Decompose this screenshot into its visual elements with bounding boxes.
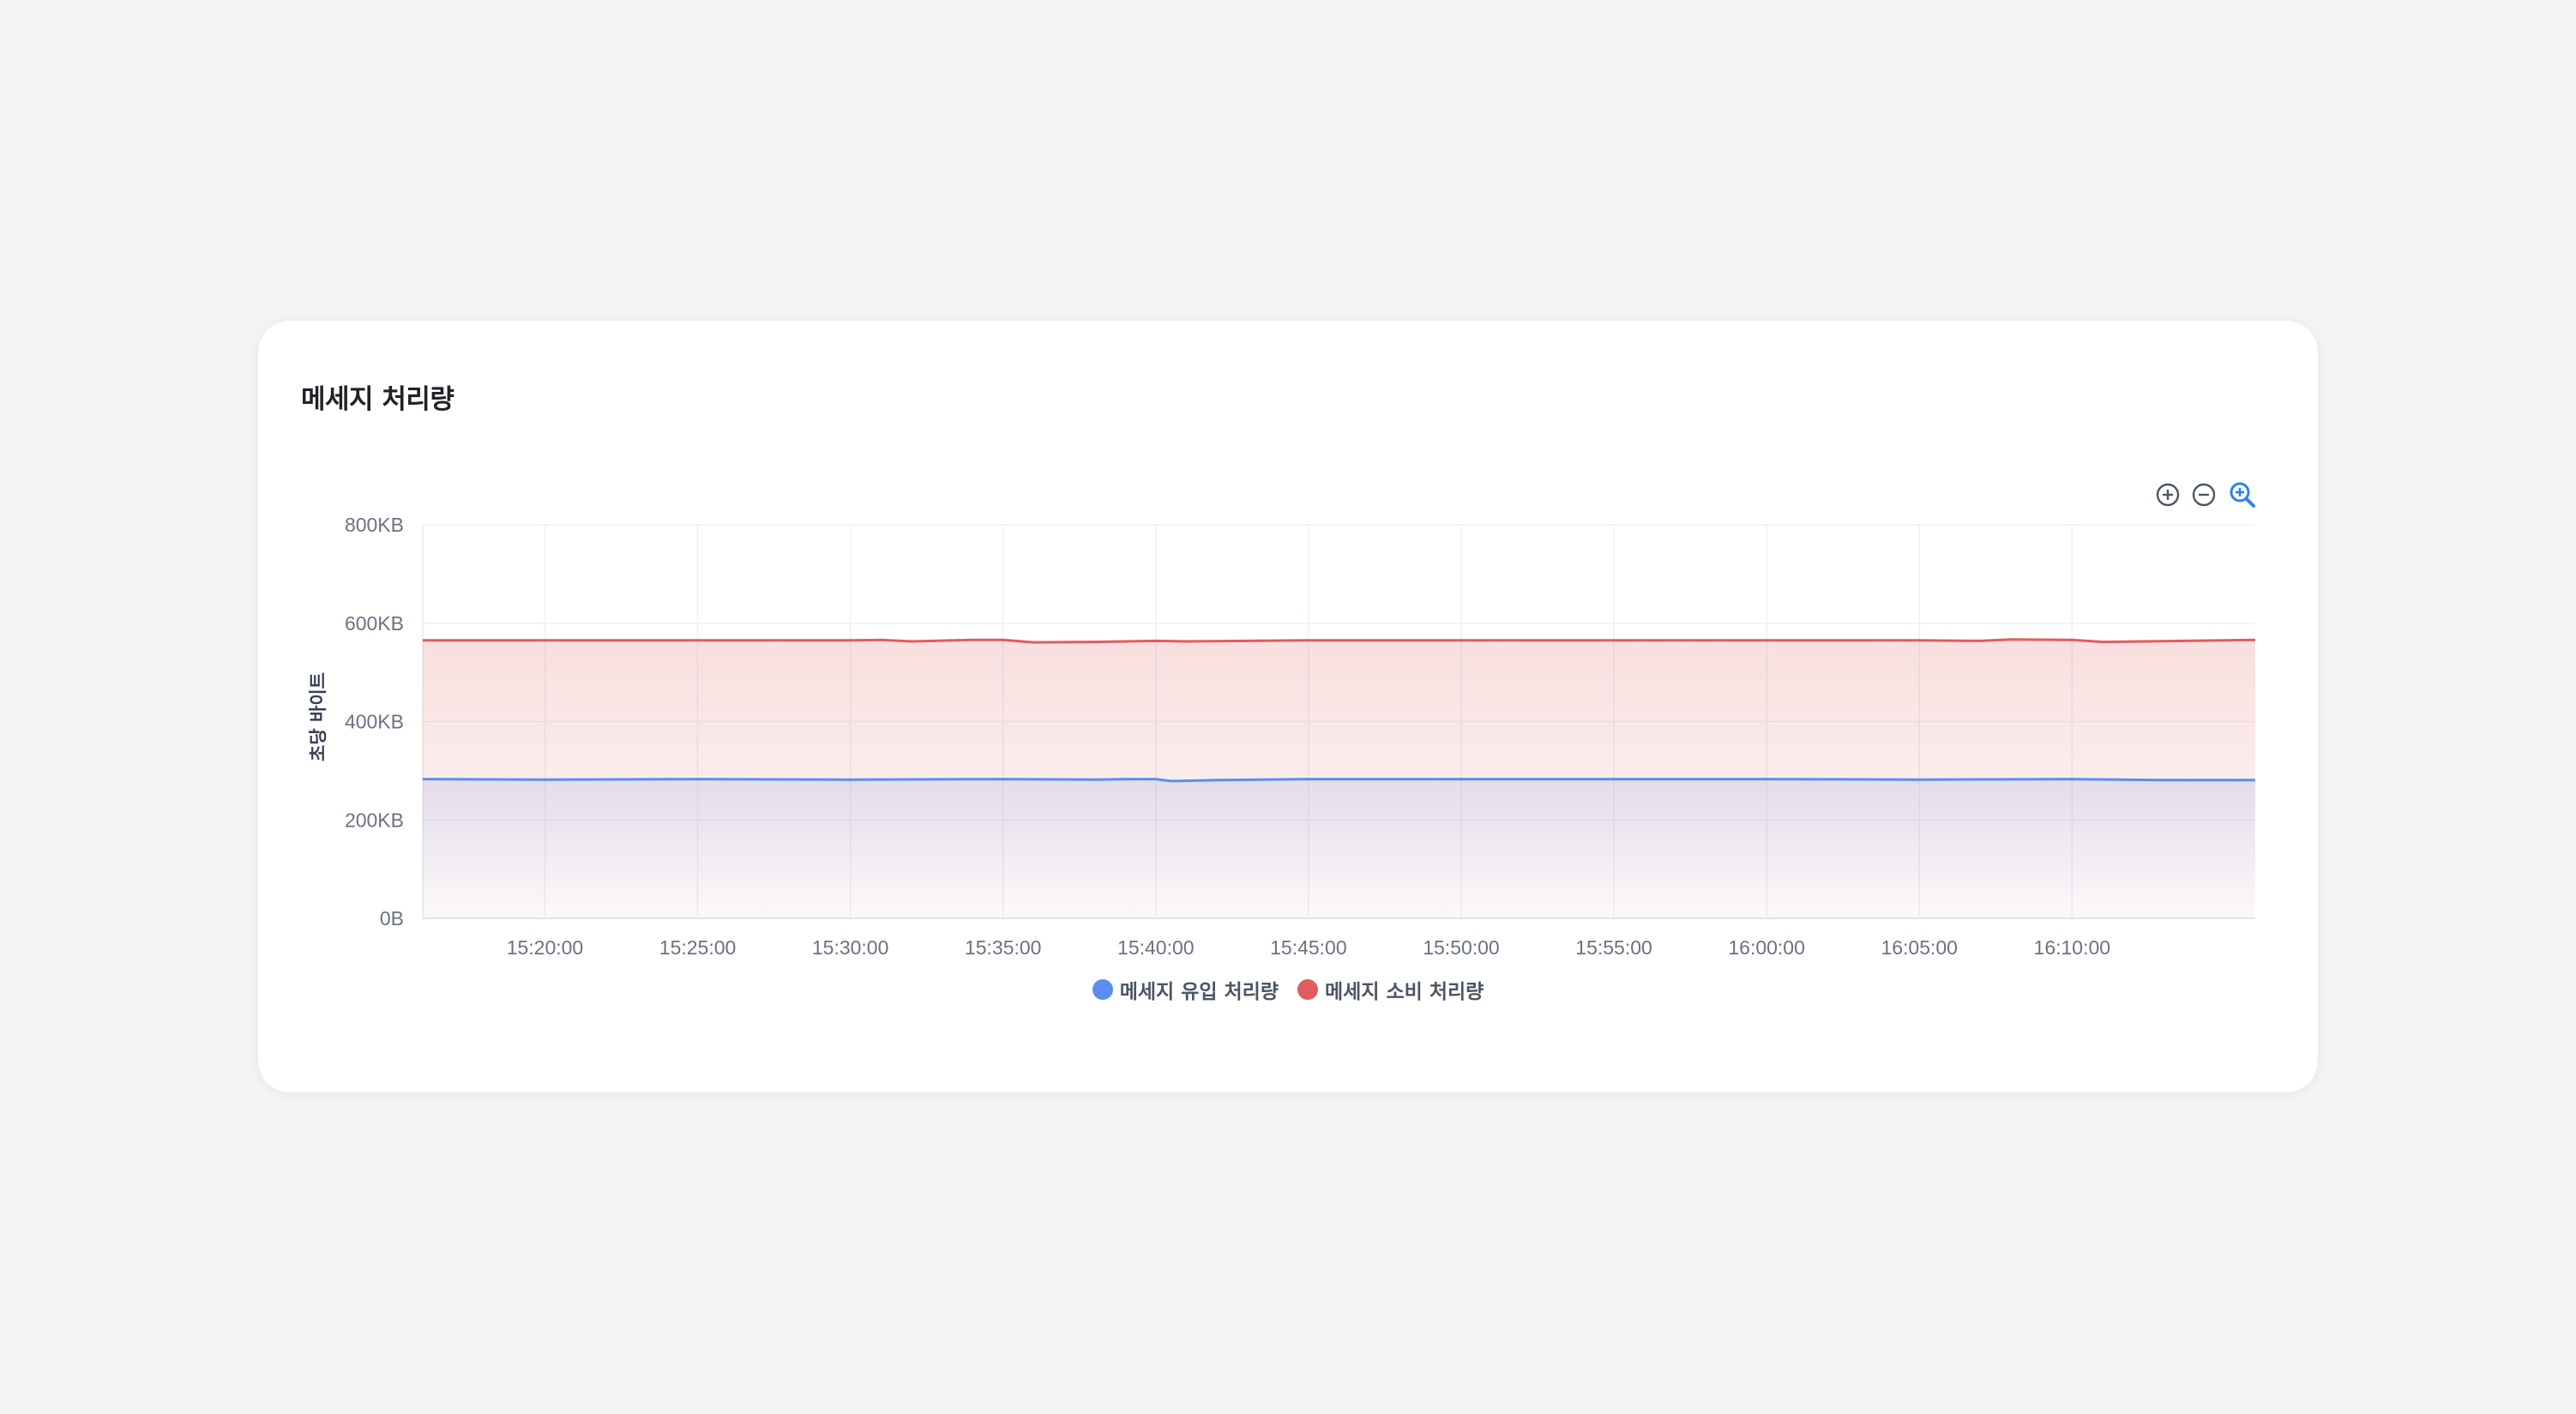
magnifier-plus-icon — [2230, 482, 2255, 508]
x-tick-label: 15:35:00 — [965, 936, 1042, 959]
x-tick-label: 15:50:00 — [1423, 936, 1500, 959]
screen-background: 메세지 처리량 0B 200KB 400KB 600KB 800KB 15:20:00 15… — [0, 0, 2576, 1414]
x-tick-label: 16:10:00 — [2034, 936, 2111, 959]
plus-circle-icon — [2156, 483, 2180, 507]
y-tick-label: 400KB — [345, 711, 404, 733]
x-tick-label: 16:05:00 — [1881, 936, 1958, 959]
throughput-card: 메세지 처리량 0B 200KB 400KB 600KB 800KB 15:20:00 15… — [258, 321, 2318, 1092]
y-tick-label: 800KB — [345, 514, 404, 536]
x-tick-label: 15:25:00 — [659, 936, 737, 959]
x-tick-label: 16:00:00 — [1728, 936, 1805, 959]
x-tick-label: 15:55:00 — [1575, 936, 1652, 959]
y-tick-label: 200KB — [345, 809, 404, 831]
x-tick-label: 15:20:00 — [507, 936, 584, 959]
x-tick-label: 15:45:00 — [1270, 936, 1347, 959]
x-tick-label: 15:30:00 — [812, 936, 889, 959]
chart-legend: 메세지 유입 처리량 메세지 소비 처리량 — [258, 975, 2318, 1004]
y-tick-label: 600KB — [345, 612, 404, 635]
legend-marker — [1297, 979, 1318, 1000]
zoom-reset-button[interactable] — [2225, 478, 2260, 512]
zoom-out-button[interactable] — [2187, 478, 2221, 512]
x-tick-label: 15:40:00 — [1117, 936, 1195, 959]
minus-circle-icon — [2192, 483, 2216, 507]
y-tick-label: 0B — [380, 907, 404, 930]
legend-label: 메세지 소비 처리량 — [1325, 981, 1484, 1003]
legend-item[interactable]: 메세지 유입 처리량 — [1092, 975, 1279, 1004]
zoom-in-button[interactable] — [2151, 478, 2185, 512]
legend-item[interactable]: 메세지 소비 처리량 — [1297, 975, 1484, 1004]
legend-label: 메세지 유입 처리량 — [1119, 981, 1279, 1003]
y-axis-title: 초당 바이트 — [308, 672, 328, 761]
legend-marker — [1092, 979, 1113, 1000]
